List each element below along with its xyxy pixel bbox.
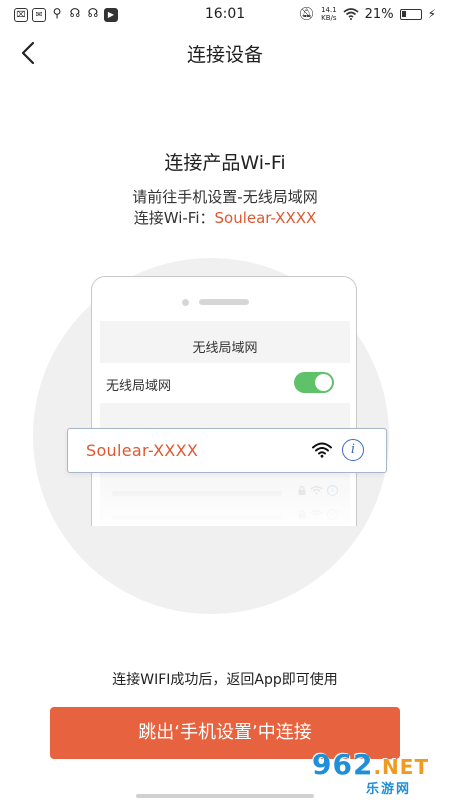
camera-dot bbox=[182, 299, 189, 306]
page-title: 连接设备 bbox=[186, 44, 263, 66]
wlan-row: 无线局域网 bbox=[100, 363, 350, 403]
wlan-toggle bbox=[294, 372, 334, 393]
wifi-icon bbox=[312, 442, 332, 458]
instruction-line-1: 请前往手机设置-无线局域网 bbox=[132, 188, 318, 206]
info-icon: i bbox=[342, 439, 364, 461]
phone-illustration: 无线局域网 无线局域网 i i bbox=[91, 276, 357, 526]
speaker-slot bbox=[199, 299, 249, 305]
wlan-label: 无线局域网 bbox=[106, 379, 172, 394]
site-watermark: 962.NET 乐游网 bbox=[312, 748, 444, 797]
ssid-highlight: Soulear-XXXX bbox=[214, 209, 317, 227]
highlighted-network-card: Soulear-XXXX i bbox=[67, 428, 387, 473]
watermark-number: 962 bbox=[312, 748, 374, 781]
home-indicator[interactable] bbox=[136, 794, 314, 798]
step-title: 连接产品Wi-Fi bbox=[164, 152, 286, 174]
net-speed-unit: KB/s bbox=[321, 14, 337, 22]
net-speed-value: 14.1 bbox=[321, 6, 337, 14]
screen-title: 无线局域网 bbox=[192, 341, 258, 356]
status-right-icons: 🔕︎ 14.1 KB/s 21% ⚡ bbox=[299, 6, 436, 22]
toggle-knob bbox=[315, 374, 332, 391]
battery-icon bbox=[399, 8, 422, 20]
watermark-logo: 962.NET bbox=[312, 748, 429, 781]
hint-text: 连接WIFI成功后，返回App即可使用 bbox=[112, 672, 338, 688]
battery-percent: 21% bbox=[364, 6, 394, 22]
network-name: Soulear-XXXX bbox=[86, 441, 199, 460]
charging-icon: ⚡ bbox=[427, 7, 436, 21]
watermark-site-name: 乐游网 bbox=[366, 782, 412, 797]
status-bar: ⌧ ✉ ⚲ ☊ ☊ ▶ 16:01 🔕︎ 14.1 KB/s 21% ⚡ bbox=[0, 0, 450, 30]
watermark-suffix: .NET bbox=[373, 755, 430, 779]
instruction-line-2: 连接Wi-Fi：Soulear-XXXX bbox=[0, 207, 450, 228]
net-speed: 14.1 KB/s bbox=[321, 6, 337, 22]
wifi-status-icon bbox=[343, 8, 359, 20]
mute-icon: 🔕︎ bbox=[298, 6, 316, 22]
header: 连接设备 bbox=[0, 30, 450, 74]
instruction-prefix: 连接Wi-Fi： bbox=[133, 209, 215, 227]
